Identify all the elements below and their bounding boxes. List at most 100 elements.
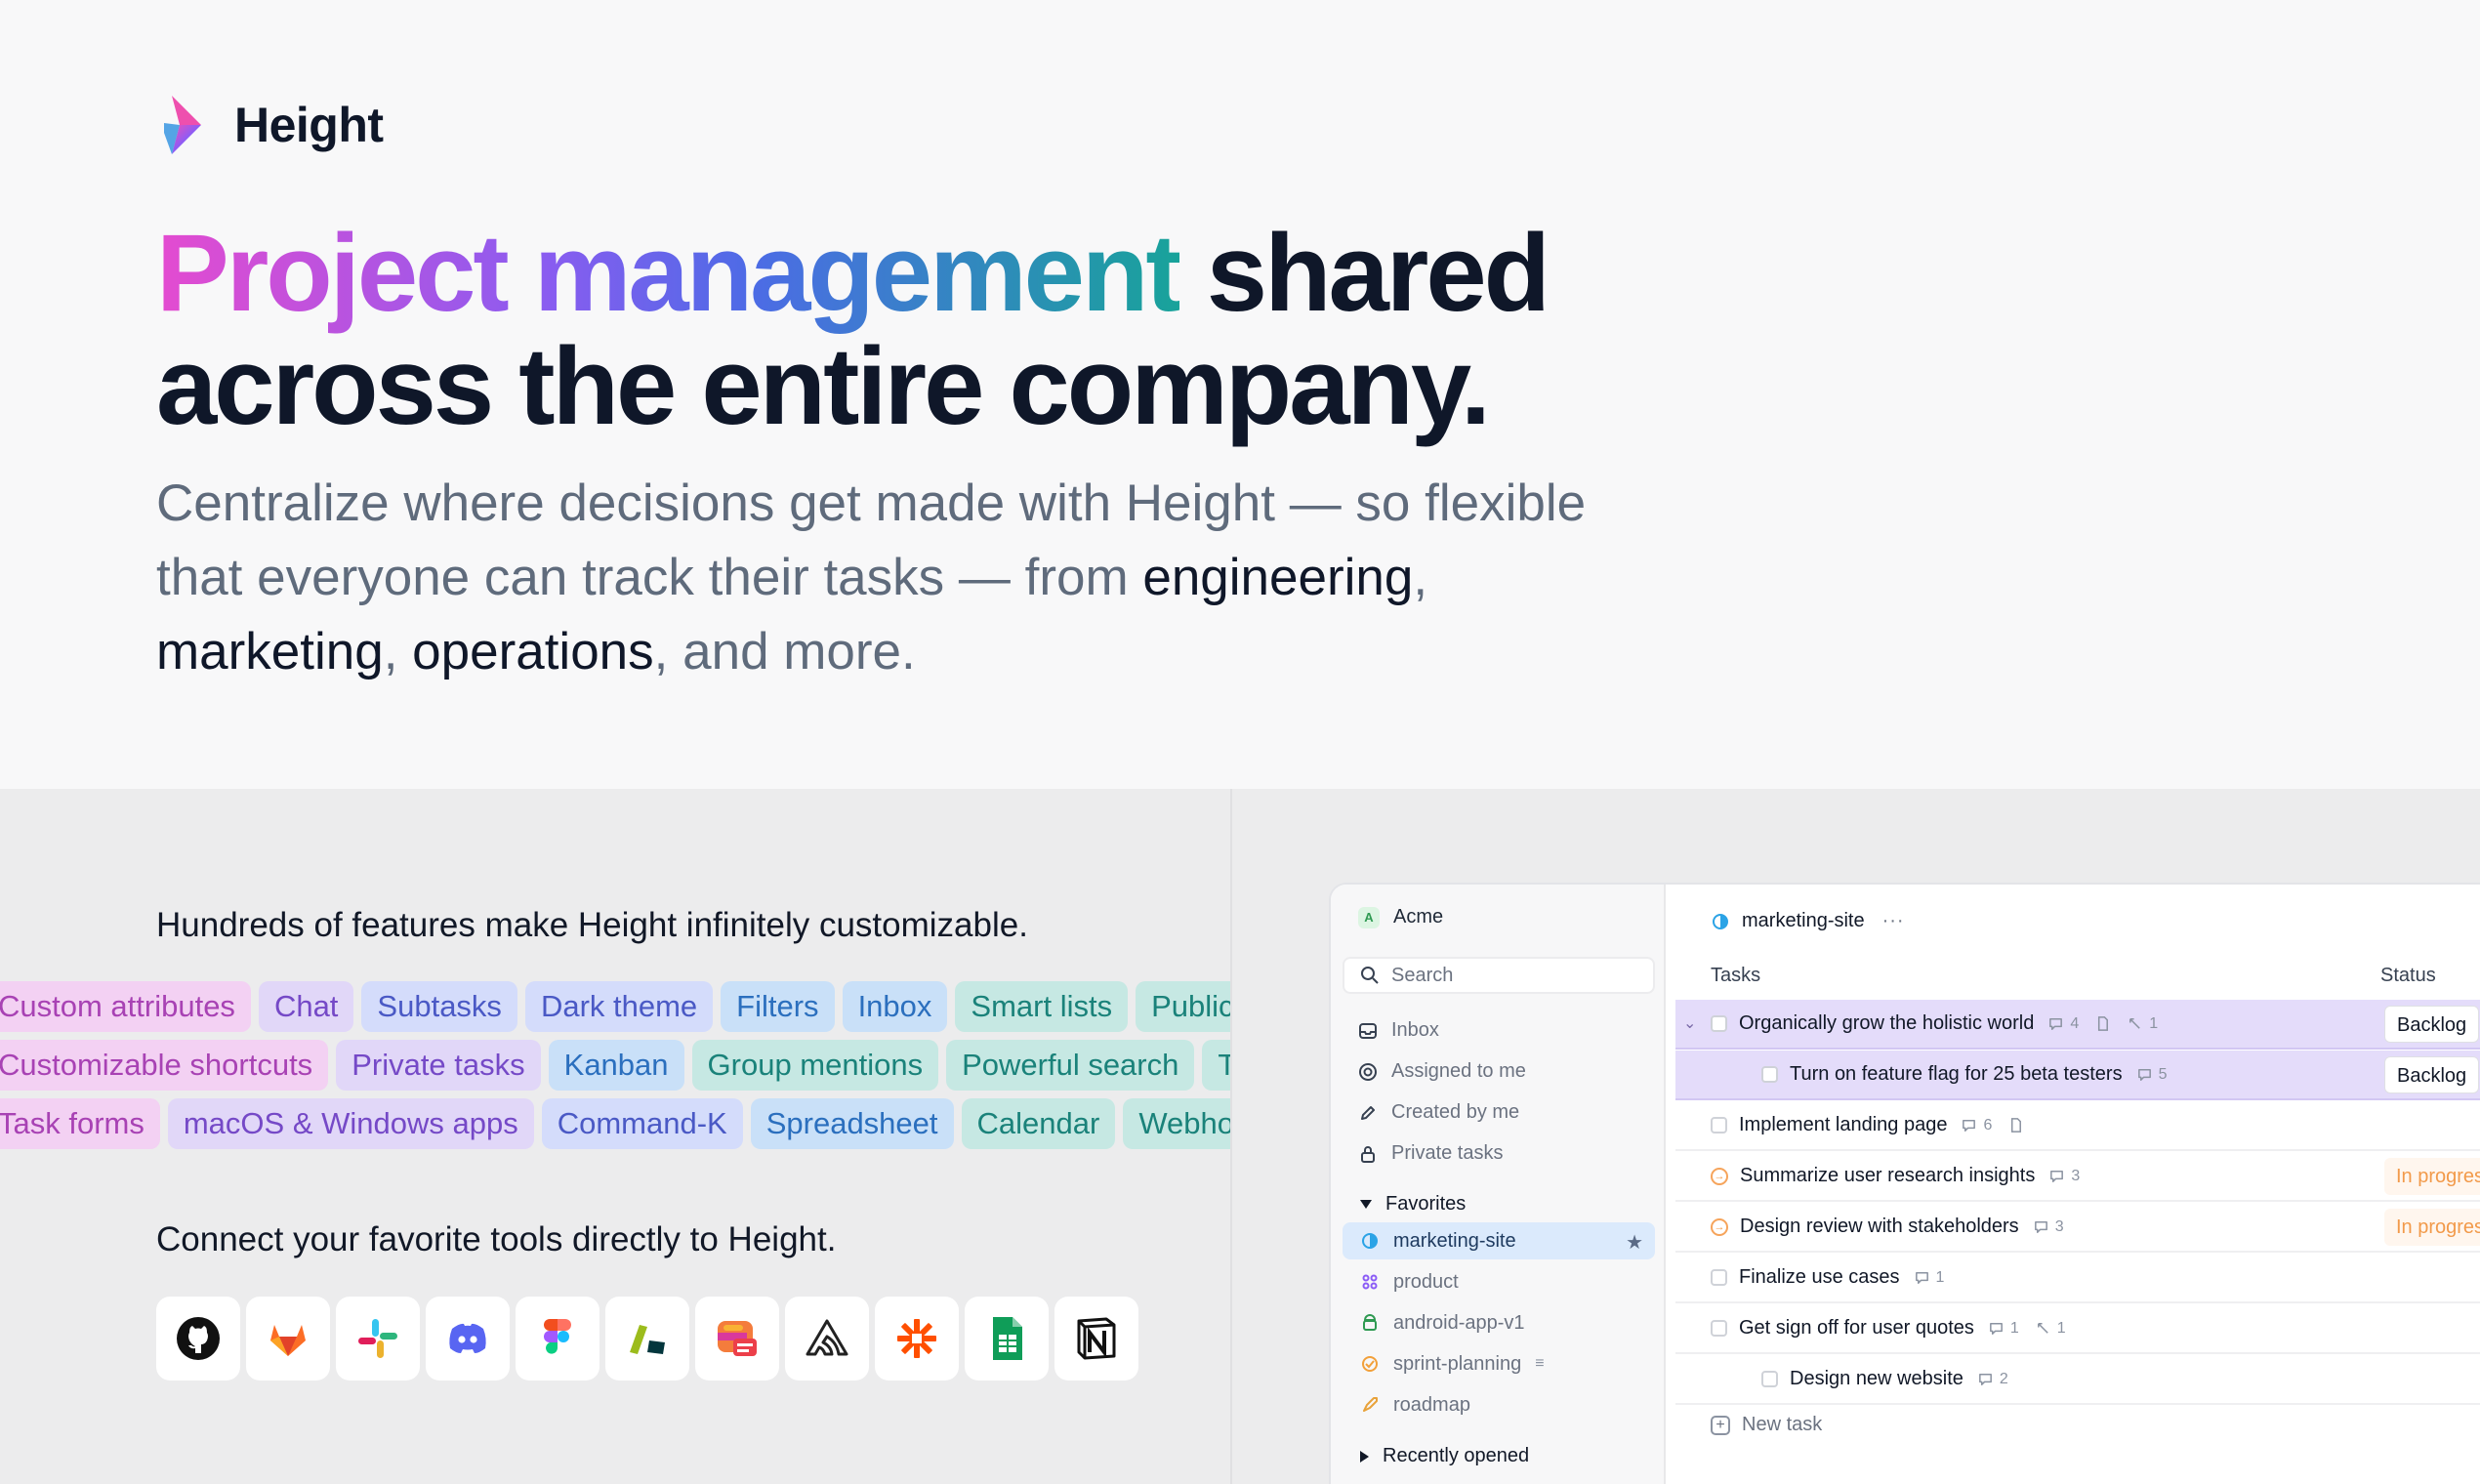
in-progress-icon[interactable]: →	[1711, 1217, 1728, 1236]
status-badge[interactable]: Backlog	[2384, 1056, 2480, 1093]
link-icon	[2129, 1018, 2141, 1029]
status-badge[interactable]: In progress	[2384, 1158, 2480, 1195]
task-meta: 5	[2136, 1066, 2167, 1084]
feature-pill[interactable]: Dark theme	[524, 981, 714, 1032]
headline-rest: shared	[1178, 212, 1550, 334]
column-header-status[interactable]: Status	[2380, 965, 2436, 987]
new-task-button[interactable]: + New task	[1711, 1414, 1822, 1436]
half-circle-icon	[1362, 1233, 1378, 1249]
feature-pill[interactable]: Group mentions	[691, 1040, 939, 1091]
sidebar-item-inbox[interactable]: Inbox	[1358, 1019, 1439, 1042]
recently-opened-header[interactable]: Recently opened	[1360, 1445, 1529, 1467]
table-row[interactable]: Finalize use cases 1	[1675, 1254, 2480, 1303]
link-icon	[2037, 1323, 2048, 1334]
sidebar-item-assigned[interactable]: Assigned to me	[1358, 1060, 1526, 1083]
tools-title: Connect your favorite tools directly to …	[156, 1220, 837, 1258]
feature-pill[interactable]: Custom attributes	[0, 981, 251, 1032]
sidebar-item-private[interactable]: Private tasks	[1358, 1142, 1503, 1165]
task-checkbox[interactable]	[1761, 1371, 1778, 1387]
favorite-marketing-site[interactable]: marketing-site ★	[1343, 1222, 1655, 1259]
notion-tile[interactable]	[1054, 1297, 1138, 1381]
gitlab-icon	[270, 1325, 306, 1356]
zendesk-tile[interactable]	[605, 1297, 689, 1381]
task-checkbox[interactable]	[1711, 1269, 1727, 1286]
zapier-tile[interactable]	[875, 1297, 959, 1381]
feature-pill[interactable]: Private tasks	[336, 1040, 541, 1091]
feature-pill[interactable]: Command-K	[541, 1098, 743, 1149]
feature-pill[interactable]: Kanban	[548, 1040, 684, 1091]
task-checkbox[interactable]	[1761, 1066, 1778, 1083]
table-row[interactable]: Turn on feature flag for 25 beta testers…	[1675, 1051, 2480, 1100]
table-row[interactable]: Design new website 2	[1675, 1355, 2480, 1405]
feature-pill[interactable]: Powerful search	[946, 1040, 1195, 1091]
sub-marketing: marketing	[156, 623, 384, 680]
favorites-header[interactable]: Favorites	[1360, 1193, 1466, 1216]
gitlab-tile[interactable]	[246, 1297, 330, 1381]
list-title: marketing-site	[1742, 910, 1865, 931]
plus-icon: +	[1711, 1415, 1730, 1435]
sidebar-item-label: Created by me	[1391, 1101, 1520, 1123]
figma-tile[interactable]	[516, 1297, 599, 1381]
table-row[interactable]: Get sign off for user quotes 1 1	[1675, 1304, 2480, 1354]
features-title: Hundreds of features make Height infinit…	[156, 906, 1028, 944]
slack-tile[interactable]	[336, 1297, 420, 1381]
sub-engineering: engineering	[1142, 549, 1414, 606]
feature-pill[interactable]: Spreadsheet	[750, 1098, 954, 1149]
sentry-tile[interactable]	[785, 1297, 869, 1381]
comment-count: 3	[2071, 1167, 2081, 1184]
favorite-label: marketing-site	[1393, 1229, 1516, 1252]
front-tile[interactable]	[695, 1297, 779, 1381]
status-badge[interactable]: Backlog	[2384, 1006, 2480, 1043]
feature-pill[interactable]: Customizable shortcuts	[0, 1040, 329, 1091]
discord-tile[interactable]	[426, 1297, 510, 1381]
sub-comma: ,	[383, 623, 413, 680]
sidebar-item-label: Assigned to me	[1391, 1060, 1526, 1082]
height-logo[interactable]: Height	[158, 94, 384, 156]
feature-pill[interactable]: Public	[1136, 981, 1230, 1032]
feature-row-3: Task forms macOS & Windows apps Command-…	[0, 1098, 1230, 1149]
feature-pill[interactable]: macOS & Windows apps	[167, 1098, 534, 1149]
favorite-roadmap[interactable]: roadmap	[1343, 1386, 1655, 1423]
feature-pill[interactable]: Calendar	[961, 1098, 1116, 1149]
in-progress-icon[interactable]: →	[1711, 1167, 1728, 1185]
task-meta: 3	[2048, 1168, 2080, 1185]
feature-pill[interactable]: Subtasks	[361, 981, 517, 1032]
workspace-switcher[interactable]: A Acme	[1358, 906, 1443, 928]
more-options-icon[interactable]: ···	[1882, 910, 1905, 932]
favorite-product[interactable]: product	[1343, 1263, 1655, 1300]
github-tile[interactable]	[156, 1297, 240, 1381]
caret-down-icon	[1360, 1200, 1372, 1209]
feature-pill[interactable]: Task forms	[0, 1098, 160, 1149]
google-sheets-tile[interactable]	[965, 1297, 1049, 1381]
favorite-sprint-planning[interactable]: sprint-planning ≡	[1343, 1345, 1655, 1382]
sidebar-item-label: Inbox	[1391, 1019, 1439, 1041]
headline-highlight: Project management	[156, 212, 1182, 334]
task-checkbox[interactable]	[1711, 1320, 1727, 1337]
sidebar-search[interactable]: Search	[1343, 957, 1655, 994]
column-header-tasks[interactable]: Tasks	[1711, 965, 1760, 987]
chevron-down-icon[interactable]: ⌄	[1683, 1013, 1696, 1033]
status-badge[interactable]: In progress	[2384, 1209, 2480, 1246]
table-row[interactable]: Implement landing page 6	[1675, 1101, 2480, 1151]
feature-pill[interactable]: Inbox	[842, 981, 948, 1032]
table-row[interactable]: → Design review with stakeholders 3 In p…	[1675, 1203, 2480, 1253]
grid-icon	[1362, 1274, 1378, 1290]
document-icon	[2098, 1016, 2109, 1031]
comment-icon	[1978, 1374, 1992, 1385]
feature-pill[interactable]: Webhooks	[1123, 1098, 1230, 1149]
feature-pill[interactable]: Smart lists	[955, 981, 1129, 1032]
sub-end: , and more.	[653, 623, 916, 680]
task-checkbox[interactable]	[1711, 1117, 1727, 1134]
task-meta: 4 1	[2047, 1015, 2158, 1033]
table-row[interactable]: ⌄ Organically grow the holistic world 4 …	[1675, 1000, 2480, 1050]
comment-count: 6	[1983, 1116, 1993, 1134]
task-checkbox[interactable]	[1711, 1015, 1727, 1032]
feature-pill[interactable]: Chat	[258, 981, 354, 1032]
feature-pill[interactable]: Filters	[721, 981, 835, 1032]
sidebar-item-created[interactable]: Created by me	[1358, 1101, 1519, 1124]
table-row[interactable]: → Summarize user research insights 3 In …	[1675, 1152, 2480, 1202]
star-icon[interactable]: ★	[1626, 1230, 1643, 1255]
favorite-android-app[interactable]: android-app-v1	[1343, 1304, 1655, 1341]
zapier-icon	[897, 1319, 936, 1358]
feature-pill[interactable]: Timeline	[1202, 1040, 1230, 1091]
